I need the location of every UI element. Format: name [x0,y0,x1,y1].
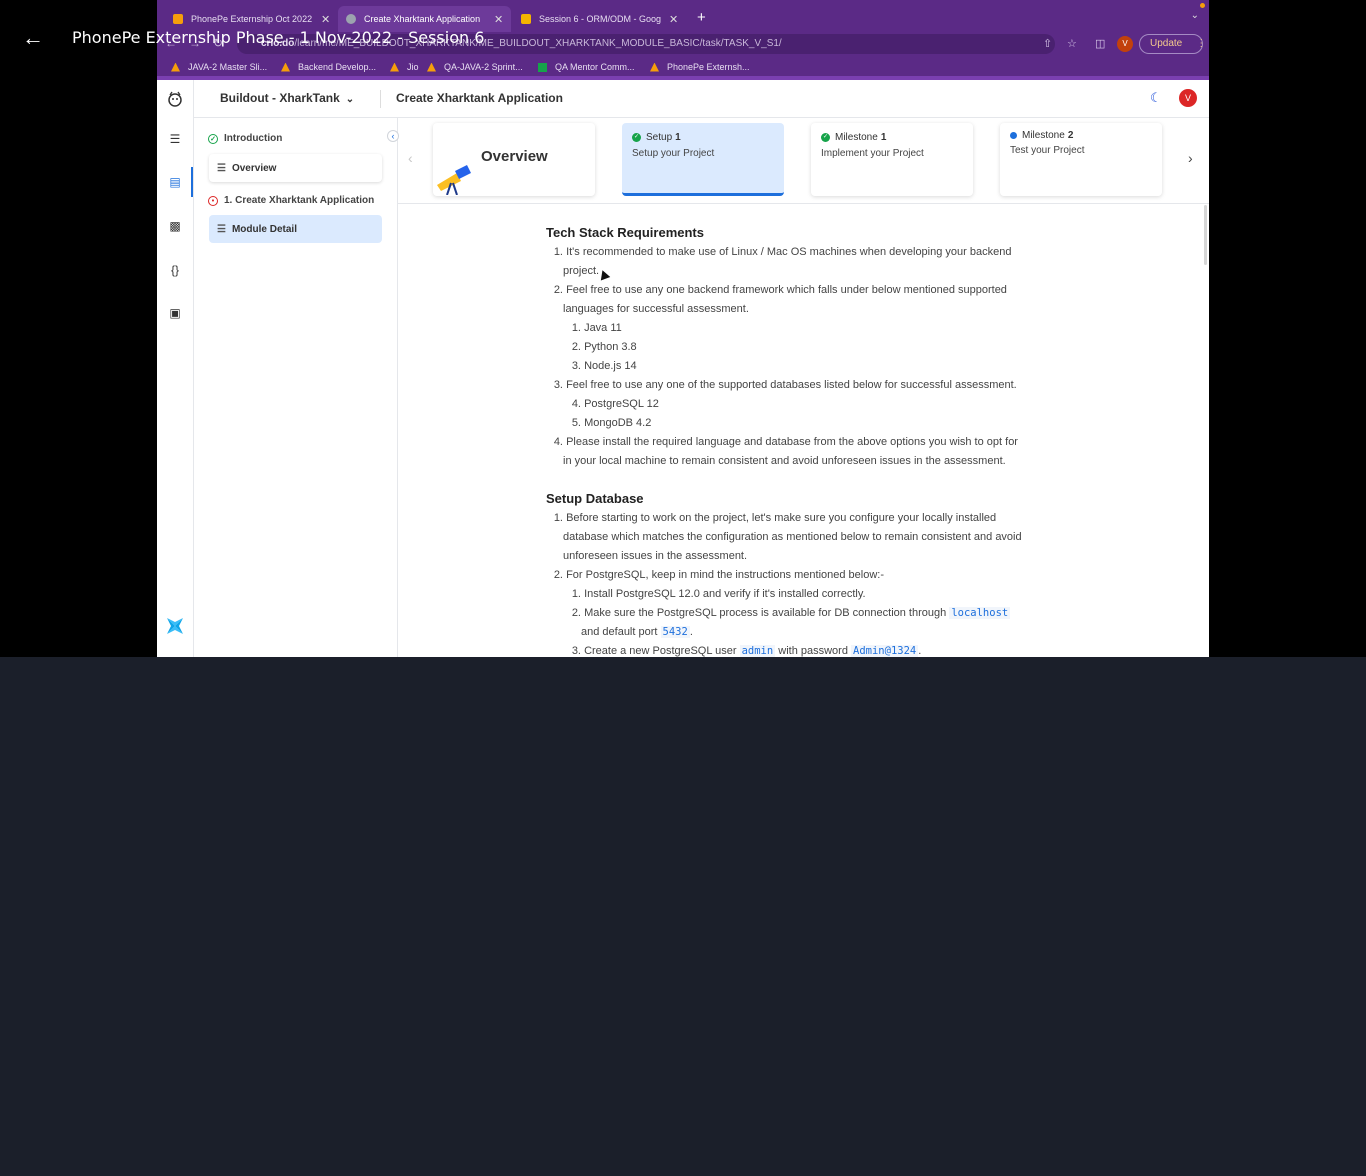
sub-list-item: 3. Create a new PostgreSQL user admin wi… [571,645,922,657]
nav-item-module-detail[interactable]: ☰ Module Detail [209,215,382,243]
section-heading: Setup Database [546,491,644,506]
bookmark-star-icon[interactable]: ☆ [1067,37,1077,50]
check-circle-icon: ✓ [208,133,218,144]
sub-list-item: 3. Node.js 14 [571,360,637,372]
profile-avatar[interactable]: V [1117,36,1133,52]
browser-tab-session6[interactable]: Session 6 - ORM/ODM - Goog ✕ [513,6,686,32]
nav-section-introduction[interactable]: ✓ Introduction [208,133,282,144]
drive-icon [171,62,180,72]
bookmark-item[interactable]: Backend Develop... [281,62,376,72]
list-icon: ☰ [217,223,226,235]
section-heading: Tech Stack Requirements [546,225,704,240]
package-icon[interactable]: ▣ [166,304,184,322]
recording-indicator [1200,3,1205,8]
list-item-cont: and default port 5432. [581,626,693,638]
drive-icon [173,14,183,24]
bookmark-item[interactable]: JAVA-2 Master Sli... [171,62,267,72]
card-overview[interactable]: Overview [433,123,595,196]
list-item-cont: languages for successful assessment. [563,303,749,315]
slides-icon [521,14,531,24]
bookmarks-bar: JAVA-2 Master Sli... Backend Develop... … [157,58,1209,78]
telescope-illustration-icon [437,165,471,195]
list-item: 3. Feel free to use any one of the suppo… [553,379,1017,391]
video-stage: ← PhonePe Externship Phase - 1 Nov-2022 … [0,0,1366,657]
user-avatar[interactable]: V [1179,89,1197,107]
inline-code: admin [739,645,776,657]
sub-list-item: 5. MongoDB 4.2 [571,417,652,429]
content-scrollbar[interactable] [1204,205,1207,265]
nav-section-create-app[interactable]: • 1. Create Xharktank Application [208,195,374,206]
drive-icon [281,62,290,72]
laptop-icon[interactable]: ▩ [166,217,184,235]
milestone-cards: ‹ Overview ✓Setup1 Setup your Project [398,118,1209,204]
list-item-cont: unforeseen issues in the assessment. [563,550,748,562]
card-milestone-2[interactable]: Milestone 2 Test your Project [1000,123,1162,196]
nav-item-overview[interactable]: ☰ Overview [209,154,382,182]
drive-icon [390,62,399,72]
sub-list-item: 2. Python 3.8 [571,341,637,353]
list-item-cont: database which matches the configuration… [563,531,1022,543]
kebab-menu-icon[interactable]: ⋮ [1196,38,1206,49]
sub-list-item: 4. PostgreSQL 12 [571,398,659,410]
chevron-left-icon[interactable]: ‹ [408,150,413,166]
back-arrow-icon[interactable]: ← [22,26,50,50]
new-tab-plus-icon[interactable]: + [697,9,706,26]
chevron-right-icon[interactable]: › [1188,150,1193,166]
list-item-cont: project. [563,265,600,277]
inline-code: localhost [949,607,1011,619]
list-item-cont: in your local machine to remain consiste… [563,455,1006,467]
tasks-list-icon[interactable]: ☰ [166,130,184,148]
chevron-down-icon: ⌄ [345,94,355,105]
code-braces-icon[interactable]: {} [166,261,184,279]
dark-mode-moon-icon[interactable]: ☾ [1150,90,1162,106]
share-icon[interactable]: ⇧ [1043,37,1052,50]
crio-brand-icon [165,616,185,636]
bookmark-item[interactable]: QA Mentor Comm... [538,62,635,72]
inline-code: Admin@1324 [851,645,919,657]
book-icon[interactable]: ▤ [166,173,184,191]
crio-favicon-icon [346,14,356,24]
drive-icon [650,62,659,72]
browser-window: PhonePe Externship Oct 2022 ✕ Create Xha… [157,0,1209,657]
close-tab-icon[interactable]: ✕ [321,13,330,26]
sub-list-item: 2. Make sure the PostgreSQL process is a… [571,607,1011,619]
crio-logo-icon[interactable] [166,90,184,108]
status-dot-icon [1010,132,1017,139]
list-item: 2. For PostgreSQL, keep in mind the inst… [553,569,884,581]
side-panel-icon[interactable]: ◫ [1095,37,1105,50]
bookmark-item[interactable]: PhonePe Externsh... [650,62,750,72]
module-sidenav: ✓ Introduction ☰ Overview • 1. Create Xh… [194,118,399,657]
app-topbar: Buildout - XharkTank ⌄ Create Xharktank A… [194,80,1209,118]
plus-icon [538,62,547,72]
close-tab-icon[interactable]: ✕ [669,13,678,26]
list-icon: ☰ [217,162,226,174]
video-title: PhonePe Externship Phase - 1 Nov-2022 - … [72,28,485,47]
close-tab-icon[interactable]: ✕ [494,13,503,26]
list-item: 2. Feel free to use any one backend fram… [553,284,1007,296]
update-button[interactable]: Update ⋮ [1139,34,1206,54]
tab-search-chevron-icon[interactable]: ⌄ [1191,10,1199,21]
bookmark-item[interactable]: Jio [390,62,419,72]
bookmark-item[interactable]: QA-JAVA-2 Sprint... [427,62,523,72]
left-rail: ☰ ▤ ▩ {} ▣ [157,80,194,657]
check-icon: ✓ [821,133,830,142]
sub-list-item: 1. Install PostgreSQL 12.0 and verify if… [571,588,866,600]
list-item: 1. Before starting to work on the projec… [553,512,997,524]
check-icon: ✓ [632,133,641,142]
drive-icon [427,62,436,72]
inline-code: 5432 [660,626,690,638]
card-milestone-1[interactable]: ✓ Milestone 1 Implement your Project [811,123,973,196]
module-dropdown[interactable]: Buildout - XharkTank ⌄ [220,91,354,105]
sub-list-item: 1. Java 11 [571,322,622,334]
list-item: 1. It's recommended to make use of Linux… [553,246,1012,258]
pending-circle-icon: • [208,195,218,206]
active-indicator [191,167,193,197]
card-setup[interactable]: ✓ Setup 1 Setup your Project [622,123,784,196]
page-title: Create Xharktank Application [396,91,563,105]
divider [380,90,381,108]
list-item: 4. Please install the required language … [553,436,1018,448]
